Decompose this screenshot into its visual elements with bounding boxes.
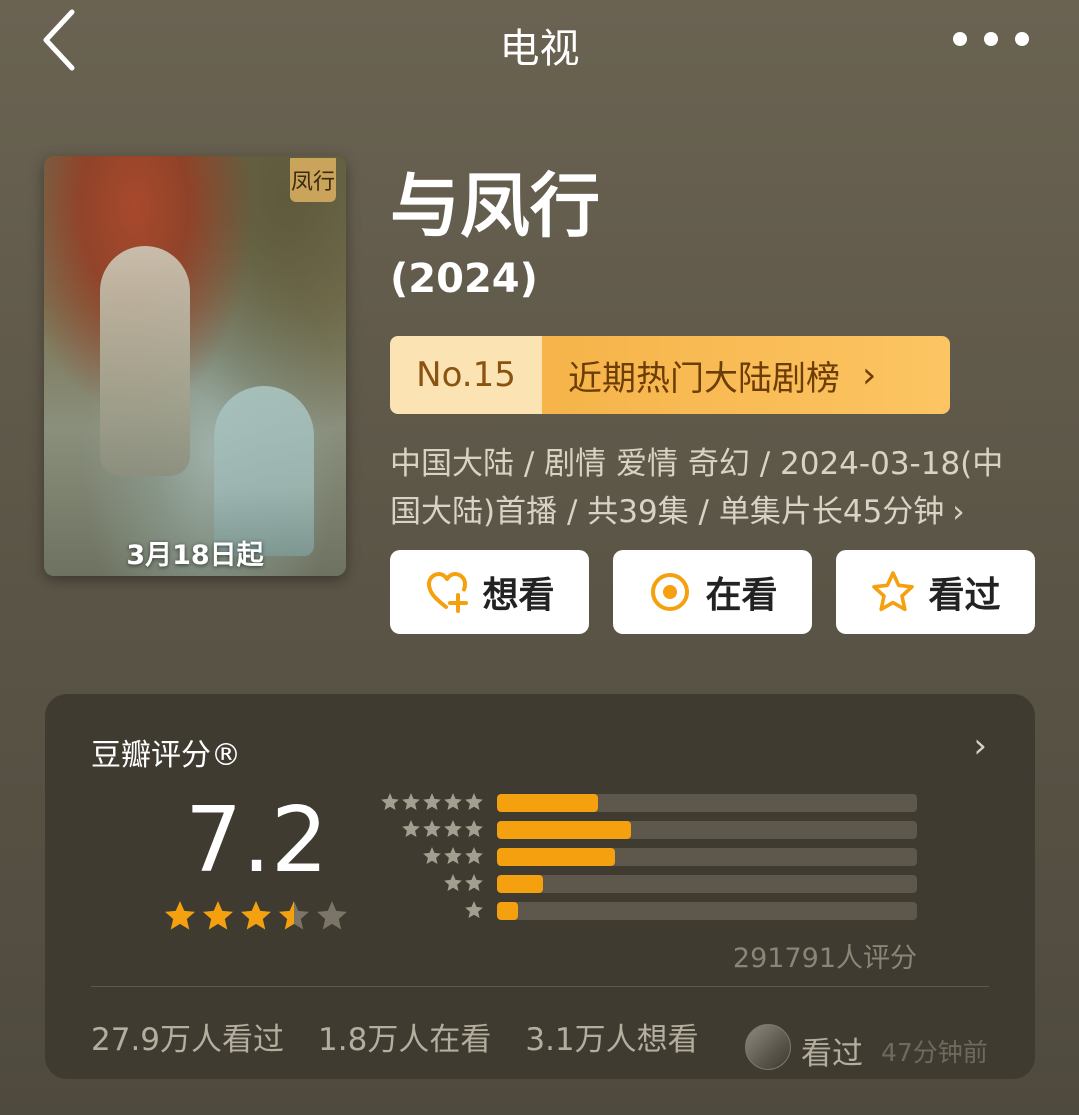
rater-count: 291791人评分 — [732, 943, 917, 974]
heart-plus-icon — [427, 572, 469, 613]
rating-distribution-row — [375, 873, 935, 893]
rating-distribution-stars — [422, 846, 484, 866]
star-icon — [465, 847, 483, 864]
star-icon — [165, 901, 195, 930]
recent-activity-label: 看过 — [801, 1036, 863, 1072]
star-icon — [465, 901, 483, 918]
star-icon — [444, 847, 462, 864]
rating-distribution-stars — [380, 792, 484, 812]
rating-bar-track — [497, 848, 917, 866]
want-count: 3.1万人想看 — [525, 1022, 699, 1058]
ranking-list-name: 近期热门大陆剧榜 — [568, 358, 840, 399]
star-outline-icon — [872, 571, 915, 612]
rating-bar-fill — [497, 794, 598, 812]
rating-bar-fill — [497, 848, 615, 866]
avatar[interactable] — [745, 1024, 791, 1070]
divider — [91, 986, 989, 987]
star-icon — [423, 847, 441, 864]
star-icon — [444, 793, 462, 810]
rating-card[interactable]: 豆瓣评分® › 7.2 291791人评分 27.9万人看过 1.8万人在看 3… — [45, 694, 1035, 1079]
star-icon — [465, 793, 483, 810]
rating-distribution-row — [375, 819, 935, 839]
watched-count: 27.9万人看过 — [91, 1022, 285, 1058]
rating-bar-fill — [497, 821, 632, 839]
watched-label: 看过 — [928, 575, 1001, 616]
star-icon — [423, 793, 441, 810]
show-year: (2024) — [390, 256, 538, 302]
watched-button[interactable]: 看过 — [836, 550, 1035, 634]
rating-bar-track — [497, 902, 917, 920]
chevron-right-icon: › — [952, 494, 965, 530]
watching-label: 在看 — [705, 575, 778, 616]
star-icon — [203, 901, 233, 930]
rating-bar-track — [497, 821, 917, 839]
page-title: 电视 — [499, 26, 580, 72]
show-meta[interactable]: 中国大陆 / 剧情 爱情 奇幻 / 2024-03-18(中国大陆)首播 / 共… — [390, 440, 1030, 536]
star-icon — [402, 793, 420, 810]
chevron-right-icon[interactable]: › — [973, 726, 987, 766]
ranking-banner[interactable]: No.15 近期热门大陆剧榜 › — [390, 336, 950, 414]
target-circle-icon — [651, 573, 690, 611]
rating-distribution-stars — [443, 873, 484, 893]
show-title: 与凤行 — [390, 165, 600, 247]
want-to-watch-label: 想看 — [482, 575, 555, 616]
poster-figure — [214, 386, 314, 556]
rating-distribution-row — [375, 900, 935, 920]
rating-bar-fill — [497, 875, 544, 893]
top-bar: 电视 — [0, 0, 1079, 80]
star-icon — [279, 901, 309, 930]
rating-title: 豆瓣评分® — [91, 738, 241, 773]
rating-distribution-stars — [401, 819, 484, 839]
show-meta-text: 中国大陆 / 剧情 爱情 奇幻 / 2024-03-18(中国大陆)首播 / 共… — [390, 446, 1004, 530]
star-icon — [241, 901, 271, 930]
more-options-icon[interactable] — [953, 22, 1029, 56]
rating-bar-track — [497, 875, 917, 893]
rating-distribution-row — [375, 792, 935, 812]
star-icon — [402, 820, 420, 837]
recent-activity-time: 47分钟前 — [881, 1038, 988, 1067]
rating-bar-fill — [497, 902, 518, 920]
poster-figure — [100, 246, 190, 476]
watching-count: 1.8万人在看 — [318, 1022, 492, 1058]
rating-bar-track — [497, 794, 917, 812]
poster-logo: 凤行 — [290, 158, 336, 202]
poster-image[interactable]: 凤行 3月18日起 — [44, 156, 346, 576]
star-icon — [381, 793, 399, 810]
watching-button[interactable]: 在看 — [613, 550, 812, 634]
rating-stars — [163, 899, 349, 933]
star-icon — [465, 874, 483, 891]
ranking-list: 近期热门大陆剧榜 › — [542, 336, 950, 414]
watch-stats: 27.9万人看过 1.8万人在看 3.1万人想看 — [91, 1014, 699, 1059]
rating-score: 7.2 — [185, 788, 329, 893]
star-icon — [444, 820, 462, 837]
action-buttons: 想看 在看 看过 — [390, 550, 1035, 634]
star-icon — [317, 901, 347, 930]
poster-caption: 3月18日起 — [126, 540, 264, 571]
ranking-number: No.15 — [390, 336, 542, 414]
star-icon — [423, 820, 441, 837]
star-icon — [444, 874, 462, 891]
want-to-watch-button[interactable]: 想看 — [390, 550, 589, 634]
star-icon — [465, 820, 483, 837]
chevron-right-icon: › — [862, 354, 877, 396]
rating-distribution-stars — [464, 900, 484, 920]
rating-distribution-row — [375, 846, 935, 866]
